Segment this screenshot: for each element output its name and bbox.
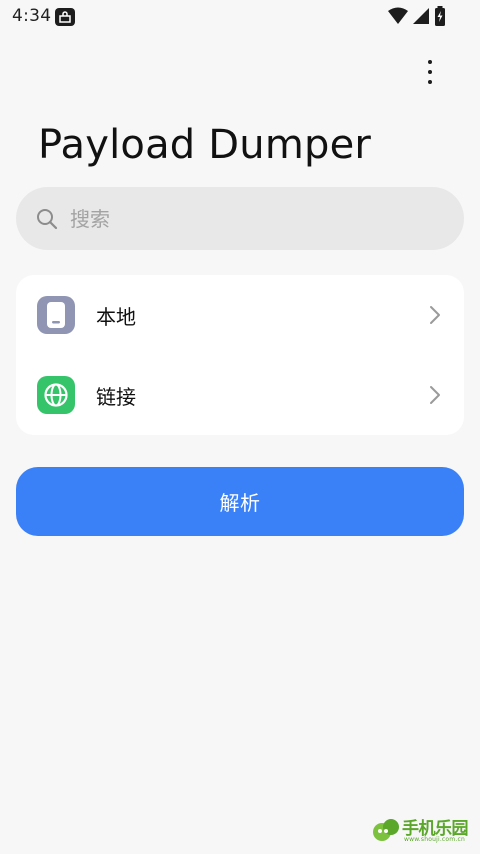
chevron-right-icon bbox=[430, 306, 440, 324]
status-bar: 4:34 bbox=[0, 0, 480, 34]
search-bar[interactable] bbox=[16, 187, 464, 250]
watermark-subtext: www.shouji.com.cn bbox=[404, 836, 465, 843]
more-options-button[interactable] bbox=[412, 56, 448, 88]
parse-button[interactable]: 解析 bbox=[16, 467, 464, 536]
list-item-local[interactable]: 本地 bbox=[16, 275, 464, 355]
source-list-card: 本地 链接 bbox=[16, 275, 464, 435]
search-icon bbox=[37, 208, 58, 229]
status-icons bbox=[388, 6, 446, 26]
list-item-label: 链接 bbox=[96, 384, 136, 409]
watermark: 手机乐园 www.shouji.com.cn bbox=[372, 812, 472, 848]
battery-charging-icon bbox=[435, 6, 445, 26]
page-title: Payload Dumper bbox=[38, 122, 372, 168]
notification-lock-icon bbox=[55, 8, 75, 26]
list-item-link[interactable]: 链接 bbox=[16, 355, 464, 435]
status-time: 4:34 bbox=[12, 6, 52, 26]
chevron-right-icon bbox=[430, 386, 440, 404]
more-vert-icon bbox=[428, 60, 432, 64]
wifi-icon bbox=[388, 7, 408, 24]
screen: 4:34 Payload Dumper 搜索 本地 链接 解析 手机乐园 www… bbox=[0, 0, 480, 854]
globe-icon bbox=[37, 376, 75, 414]
watermark-logo-icon bbox=[373, 819, 399, 841]
phone-icon bbox=[37, 296, 75, 334]
cellular-signal-icon bbox=[413, 8, 429, 24]
list-item-label: 本地 bbox=[96, 304, 136, 329]
search-input[interactable] bbox=[70, 206, 410, 231]
